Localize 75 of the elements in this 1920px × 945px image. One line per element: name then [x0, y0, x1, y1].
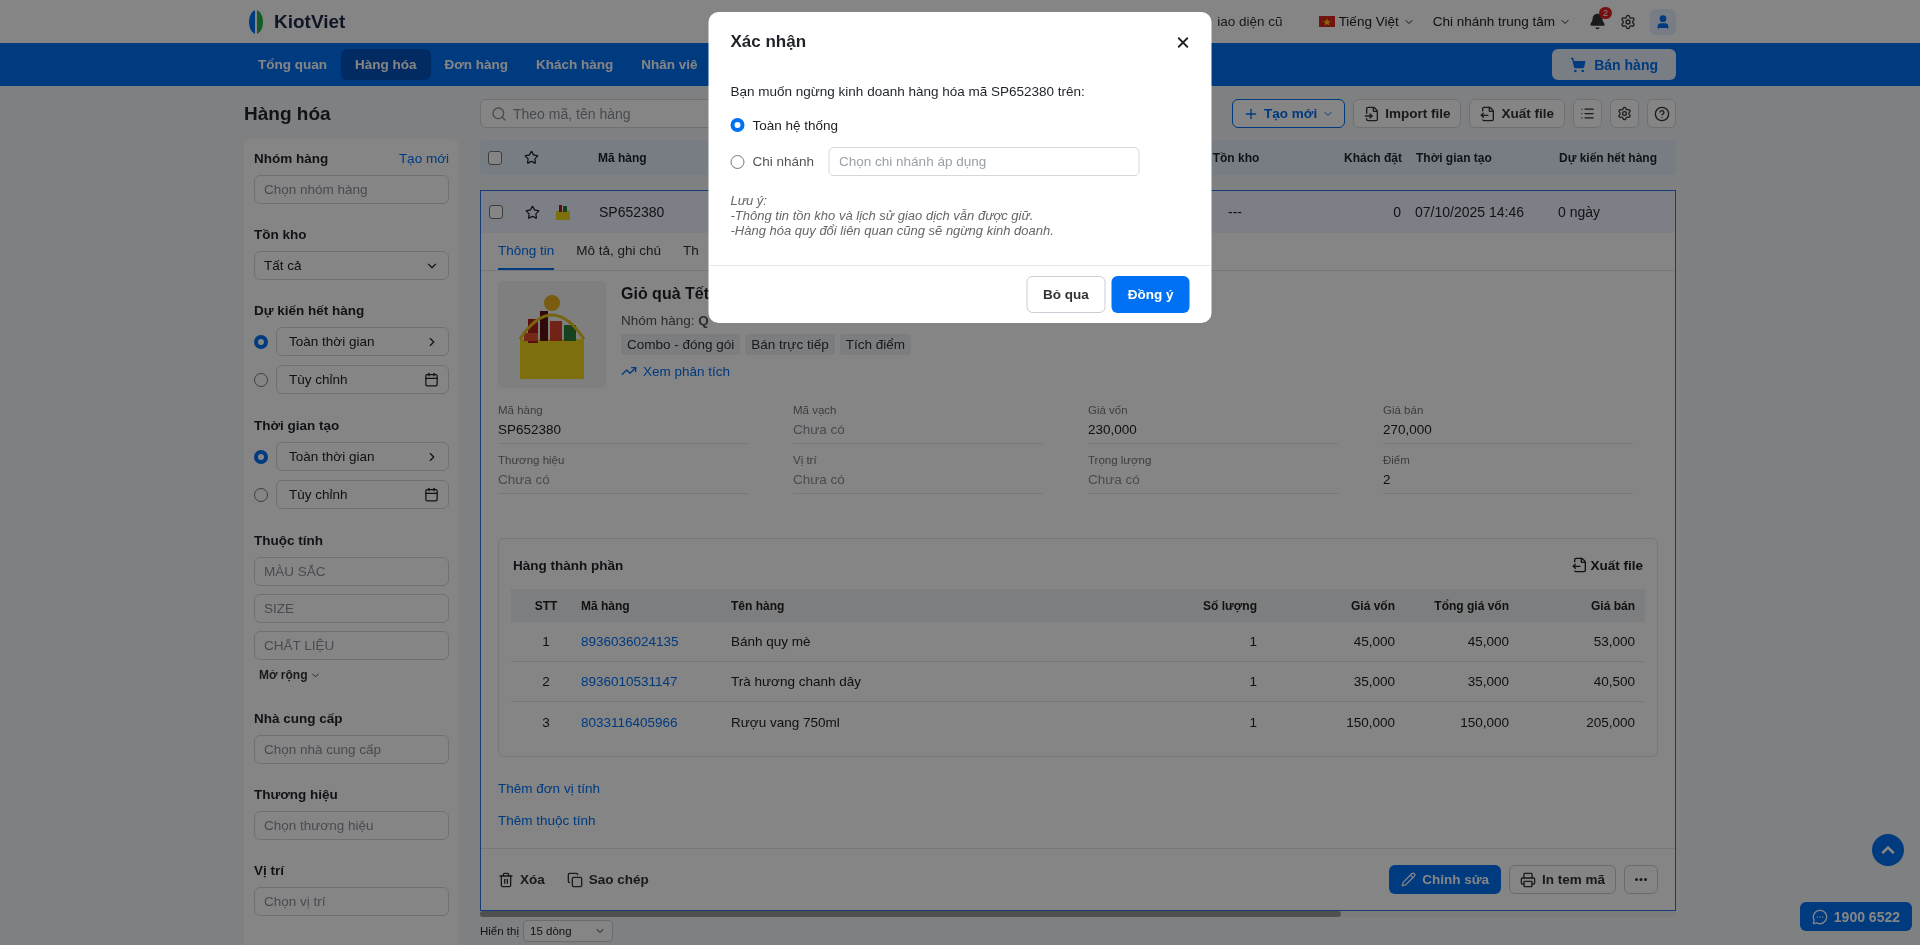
table-cell-text: 45,000 [1466, 634, 1510, 649]
column-header: Tên hàng [731, 598, 786, 613]
column-header: Tồn kho [1212, 150, 1260, 165]
table-cell: SP652380 [599, 204, 665, 220]
table-cell: 0 [1393, 204, 1401, 220]
column-header: Giá bán [1590, 598, 1636, 613]
table-cell-text: 1 [541, 634, 551, 649]
table-cell: --- [1228, 204, 1242, 220]
section-title: Hàng thành phần [513, 557, 624, 573]
column-header: Dự kiến hết hàng [1559, 150, 1658, 165]
tag: Bán trực tiếp [745, 334, 835, 355]
field-value: 230,000 [1088, 422, 1138, 437]
table-cell-text: 40,500 [1592, 674, 1636, 689]
table-cell-text: 1 [1248, 674, 1258, 689]
field-value: Chưa có [793, 472, 846, 487]
field-label: Mã vạch [793, 404, 838, 416]
table-cell-text: 2 [541, 674, 551, 689]
column-header: Mã hàng [598, 150, 647, 165]
filter-label: Dự kiến hết hàng [254, 303, 365, 318]
note-text: Lưu ý: [730, 193, 768, 208]
dialog-message: Bạn muốn ngừng kinh doanh hàng hóa mã SP652380 trên: [730, 84, 1086, 99]
page-title: Hàng hóa [244, 103, 332, 125]
notification-badge: 2 [1599, 7, 1612, 19]
column-header: Số lượng [1202, 598, 1258, 613]
product-name: Giỏ quà Tết [621, 285, 709, 303]
dialog-title: Xác nhận [730, 32, 807, 52]
table-cell-text: 205,000 [1585, 714, 1636, 730]
option-label: Chi nhánh [752, 154, 815, 169]
table-cell-text: 1 [1248, 634, 1258, 649]
filter-label: Vị trí [254, 863, 284, 878]
column-header: Tổng giá vốn [1433, 598, 1510, 613]
column-header: Thời gian tạo [1416, 150, 1492, 165]
note-text: -Hàng hóa quy đổi liên quan cũng sẽ ngừng kinh doanh. [730, 223, 1055, 238]
filter-label: Thời gian tạo [254, 418, 340, 433]
table-cell-text: 53,000 [1592, 634, 1636, 649]
column-header: STT [533, 598, 559, 613]
tag: Tích điểm [839, 334, 911, 355]
table-cell-text: 150,000 [1345, 714, 1396, 730]
field-value: 270,000 [1383, 422, 1433, 437]
note-text: -Thông tin tồn kho và lịch sử giao dịch vẫn được giữ. [730, 208, 1035, 223]
table-cell: 0 ngày [1558, 204, 1601, 220]
field-label: Mã hàng [498, 404, 544, 416]
filter-label: Thuộc tính [254, 533, 323, 548]
table-cell: 07/10/2025 14:46 [1415, 204, 1524, 220]
filter-label: Nhóm hàng [254, 151, 329, 166]
field-label: Trọng lượng [1088, 454, 1153, 466]
field-value: 2 [1383, 472, 1392, 487]
table-cell-text: 1 [1248, 714, 1258, 730]
field-label: Giá bán [1383, 404, 1425, 416]
logo-text: KiotViet [274, 10, 346, 33]
table-cell-text: 3 [541, 714, 551, 730]
tag: Combo - đóng gói [621, 334, 741, 355]
page-size-label: Hiển thị [480, 925, 519, 937]
table-cell-text: 35,000 [1352, 674, 1396, 689]
table-cell-text: Rượu vang 750ml [731, 714, 841, 730]
product-group: Nhóm hàng: Q [621, 313, 709, 328]
table-cell-text: Trà hương chanh dây [731, 674, 862, 689]
field-label: Điểm [1383, 454, 1411, 466]
filter-label: Nhà cung cấp [254, 711, 343, 726]
filter-label: Thương hiệu [254, 787, 338, 802]
field-label: Thương hiệu [498, 454, 566, 466]
table-cell-text: 45,000 [1352, 634, 1396, 649]
field-value: Chưa có [498, 472, 551, 487]
table-cell-text: Bánh quy mè [731, 634, 812, 649]
field-label: Giá vốn [1088, 404, 1129, 416]
field-label: Vị trí [793, 454, 818, 466]
table-cell-text: 35,000 [1466, 674, 1510, 689]
filter-label: Tồn kho [254, 227, 307, 242]
column-header: Mã hàng [581, 598, 631, 613]
field-value: SP652380 [498, 422, 563, 437]
field-value: Chưa có [793, 422, 846, 437]
column-header: Khách đặt [1344, 150, 1402, 165]
column-header: Giá vốn [1350, 598, 1396, 613]
field-value: Chưa có [1088, 472, 1141, 487]
table-cell-text: 150,000 [1459, 714, 1510, 730]
